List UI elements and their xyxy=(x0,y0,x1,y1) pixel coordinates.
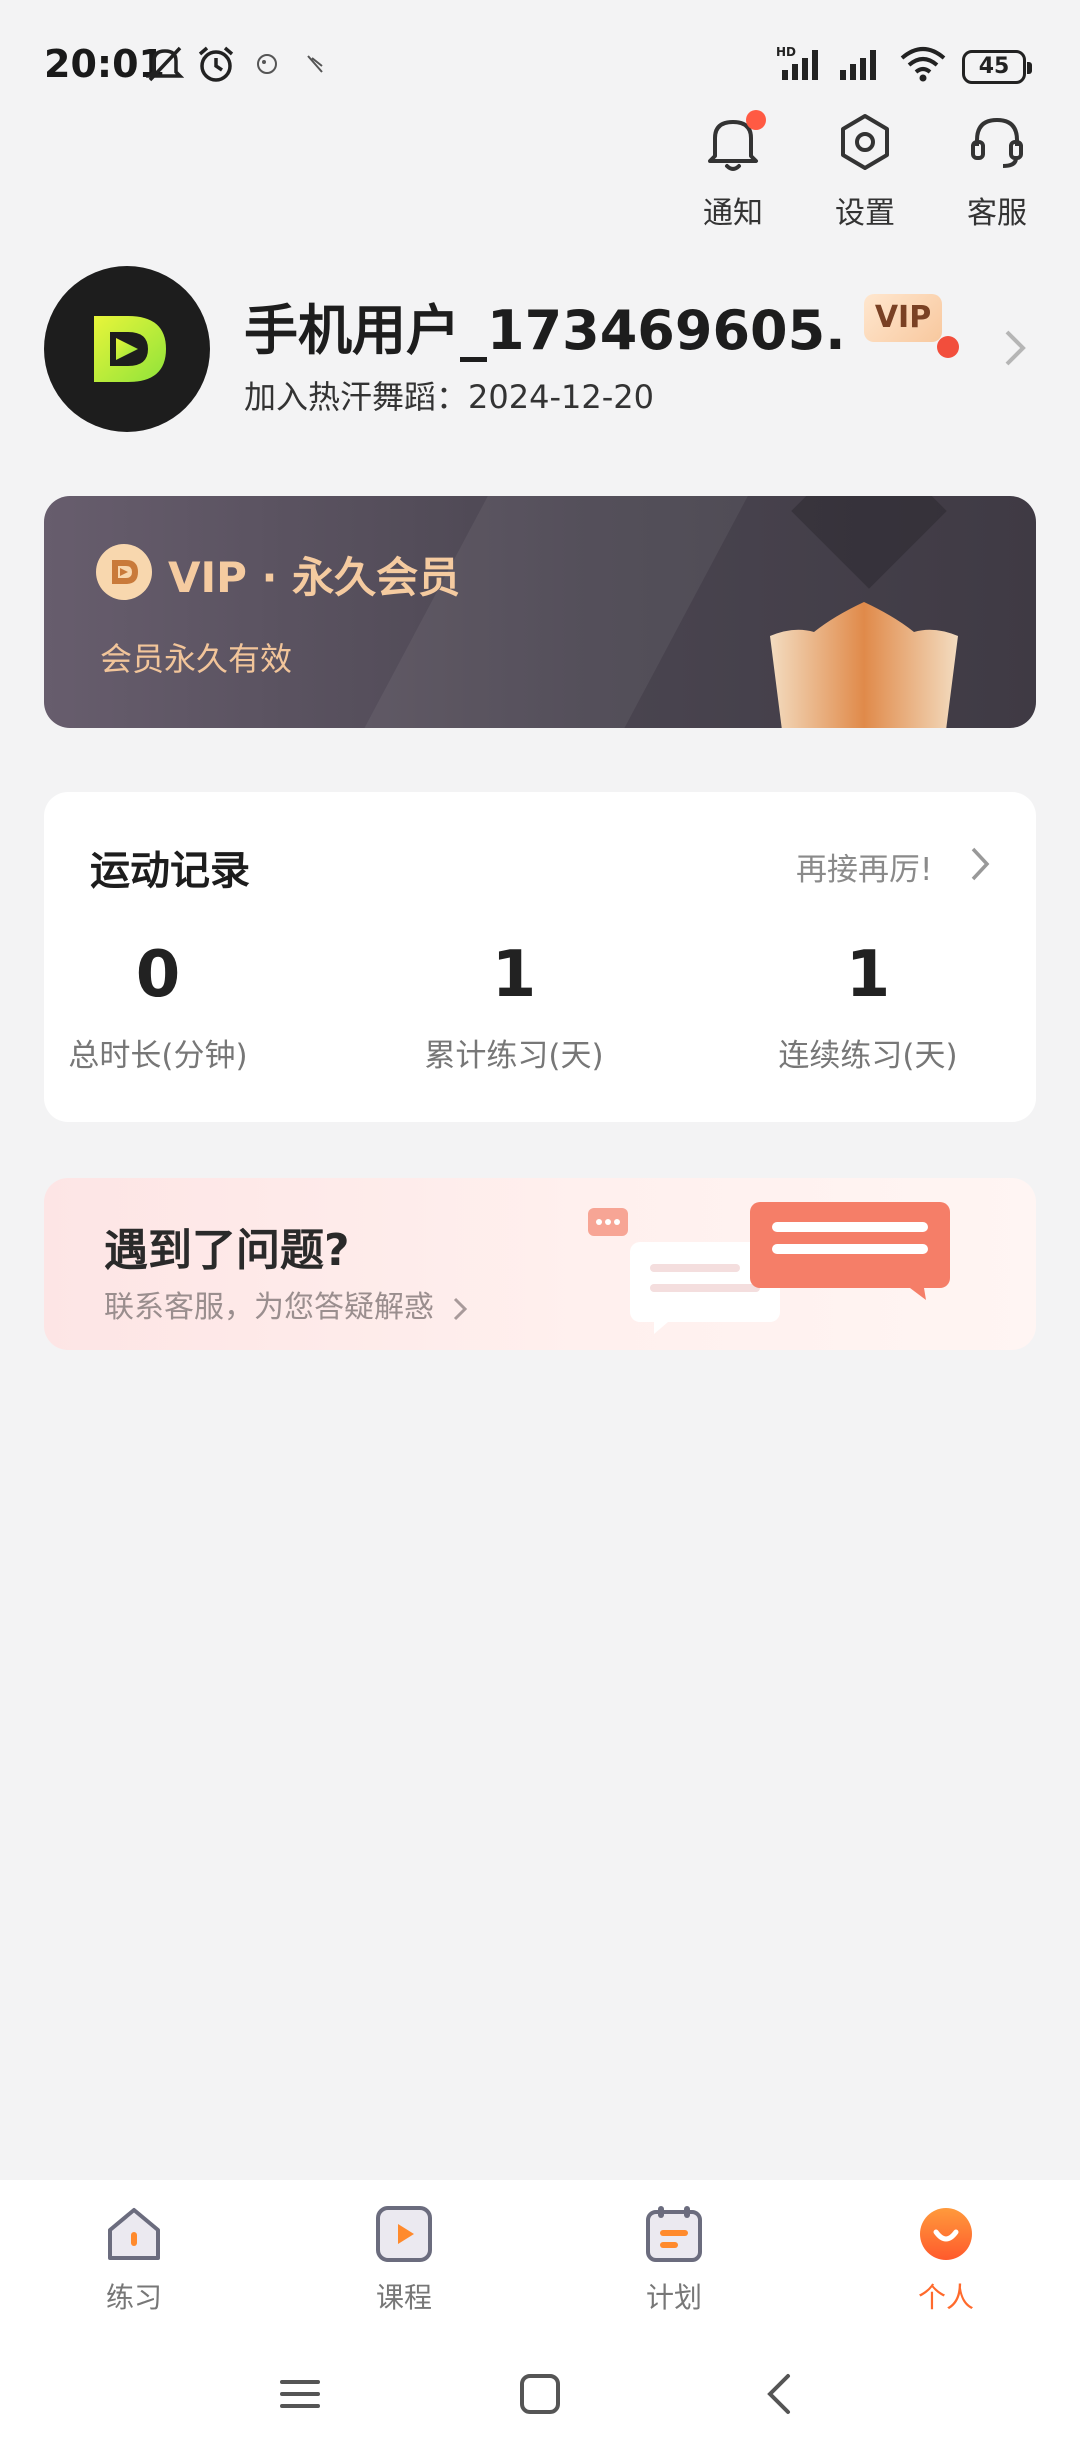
svg-text:HD: HD xyxy=(776,45,796,59)
stat-total-minutes: 0 总时长(分钟) xyxy=(28,938,288,1075)
stat-label: 连续练习(天) xyxy=(778,1038,958,1074)
vip-membership-card[interactable]: VIP · 永久会员 会员永久有效 xyxy=(44,496,1036,728)
chevron-right-icon xyxy=(453,1297,467,1320)
back-icon[interactable] xyxy=(758,2372,802,2416)
hexagon-settings-icon xyxy=(841,114,889,170)
crown-icon xyxy=(770,602,958,728)
stat-cumulative-days: 1 累计练习(天) xyxy=(384,938,644,1075)
notification-dot xyxy=(746,110,766,130)
alarm-icon xyxy=(198,46,234,82)
vip-subtitle: 会员永久有效 xyxy=(100,640,293,678)
record-title: 运动记录 xyxy=(90,848,250,894)
stat-label: 累计练习(天) xyxy=(424,1038,604,1074)
stat-value: 1 xyxy=(491,938,537,1012)
vip-logo-icon xyxy=(96,544,152,600)
bottom-navigation: 练习 课程 计划 个人 xyxy=(0,2180,1080,2460)
customer-service-button[interactable]: 客服 xyxy=(942,110,1052,232)
help-subtitle-text: 联系客服，为您答疑解惑 xyxy=(104,1290,434,1325)
profile-icon xyxy=(920,2208,972,2260)
app-notification-icon xyxy=(257,54,277,74)
nav-profile[interactable]: 个人 xyxy=(876,2202,1016,2316)
stat-value: 0 xyxy=(135,938,181,1012)
hd-signal-icon: HD xyxy=(776,45,818,80)
nav-label: 练习 xyxy=(105,2281,162,2314)
stat-label: 总时长(分钟) xyxy=(68,1038,248,1074)
home-button-icon[interactable] xyxy=(518,2372,562,2416)
notification-label: 通知 xyxy=(703,196,763,231)
settings-label: 设置 xyxy=(835,196,895,231)
app-logo-icon xyxy=(94,316,166,382)
nav-label: 个人 xyxy=(917,2281,974,2314)
stat-consecutive-days: 1 连续练习(天) xyxy=(738,938,998,1075)
mute-icon xyxy=(146,46,184,82)
card-decoration xyxy=(791,496,947,589)
app-notification-icon xyxy=(307,55,323,73)
menu-icon[interactable] xyxy=(278,2372,322,2416)
chat-bubbles-icon xyxy=(588,1202,950,1334)
record-link[interactable]: 再接再厉! xyxy=(796,844,932,889)
settings-button[interactable]: 设置 xyxy=(810,110,920,232)
help-title: 遇到了问题? xyxy=(104,1225,350,1276)
chevron-right-icon[interactable] xyxy=(970,846,990,882)
signal-icon xyxy=(840,50,876,80)
avatar[interactable] xyxy=(44,266,210,432)
play-icon xyxy=(376,2206,432,2262)
stat-value: 1 xyxy=(845,938,891,1012)
profile-red-dot xyxy=(937,336,959,358)
chevron-right-icon[interactable] xyxy=(1003,328,1027,368)
home-icon xyxy=(108,2208,160,2260)
nav-practice[interactable]: 练习 xyxy=(64,2202,204,2316)
calendar-icon xyxy=(646,2206,702,2262)
customer-service-label: 客服 xyxy=(967,196,1027,231)
help-card[interactable]: 遇到了问题? 联系客服，为您答疑解惑 xyxy=(44,1178,1036,1350)
help-subtitle: 联系客服，为您答疑解惑 xyxy=(104,1282,468,1326)
nav-label: 课程 xyxy=(375,2281,432,2314)
vip-title: VIP · 永久会员 xyxy=(168,553,461,602)
vip-badge: VIP xyxy=(864,294,942,342)
battery-icon: 45 xyxy=(962,50,1032,84)
nav-courses[interactable]: 课程 xyxy=(334,2202,474,2316)
nav-plan[interactable]: 计划 xyxy=(604,2202,744,2316)
wifi-icon xyxy=(900,47,946,82)
exercise-record-card[interactable]: 运动记录 再接再厉! 0 总时长(分钟) 1 累计练习(天) 1 连续练习(天) xyxy=(44,792,1036,1122)
card-decoration xyxy=(338,496,770,728)
notification-button[interactable]: 通知 xyxy=(678,110,788,232)
nav-label: 计划 xyxy=(645,2281,702,2314)
user-name[interactable]: 手机用户_173469605... xyxy=(244,286,844,365)
headset-icon xyxy=(971,117,1023,168)
join-date: 加入热汗舞蹈：2024-12-20 xyxy=(244,378,654,416)
